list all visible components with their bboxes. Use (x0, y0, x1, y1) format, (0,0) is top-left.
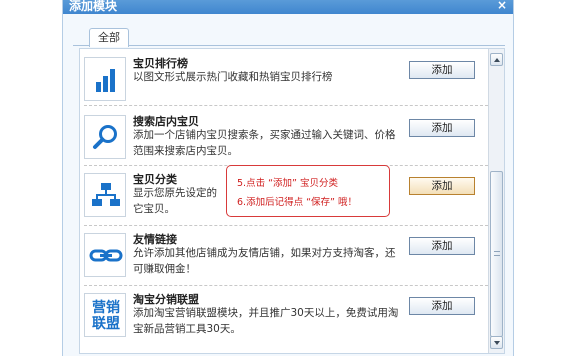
tab-all[interactable]: 全部 (89, 28, 129, 47)
add-links-button[interactable]: 添加 (409, 237, 475, 255)
module-description: 添加淘宝营销联盟模块，并且推广30天以上，免费试用淘宝新品营销工具30天。 (133, 307, 399, 335)
module-description-start: 显示您原先设定的 (133, 187, 217, 199)
bar-chart-icon (84, 57, 126, 101)
scroll-thumb[interactable] (490, 171, 503, 337)
module-item-links: 友情链接 允许添加其他店铺成为友情店铺，如果对方支持淘客，还可赚取佣金！ 添加 (84, 227, 484, 283)
union-logo-line2: 联盟 (92, 316, 120, 332)
vertical-scrollbar[interactable] (488, 49, 504, 353)
module-description: 允许添加其他店铺成为友情店铺，如果对方支持淘客，还可赚取佣金！ (133, 247, 396, 275)
magnifier-icon (84, 115, 126, 159)
category-tree-icon (84, 173, 126, 217)
grip-icon (494, 251, 500, 256)
tooltip-step-6: 6.添加后记得点 “保存” 哦！ (237, 197, 357, 208)
tooltip-step-5: 5.点击 “添加” 宝贝分类 (237, 178, 338, 189)
module-description: 以图文形式展示热门收藏和热销宝贝排行榜 (133, 71, 333, 83)
add-ranking-button[interactable]: 添加 (409, 61, 475, 79)
tab-strip: 全部 (73, 24, 505, 47)
module-item-ranking: 宝贝排行榜 以图文形式展示热门收藏和热销宝贝排行榜 添加 (84, 51, 484, 107)
scroll-up-arrow[interactable] (490, 53, 503, 66)
dialog-title-bar: 添加模块 × (63, 0, 513, 14)
module-list: 宝贝排行榜 以图文形式展示热门收藏和热销宝贝排行榜 添加 搜索店内宝贝 添加一个… (79, 48, 505, 354)
module-item-union: 营销 联盟 淘宝分销联盟 添加淘宝营销联盟模块，并且推广30天以上，免费试用淘宝… (84, 287, 484, 343)
scroll-down-arrow[interactable] (490, 336, 503, 349)
divider (84, 105, 488, 106)
dialog-title: 添加模块 (69, 0, 118, 13)
module-item-search: 搜索店内宝贝 添加一个店铺内宝贝搜索条，买家通过输入关键词、价格范围来搜索店内宝… (84, 109, 484, 165)
module-description-line2: 它宝贝。 (133, 203, 175, 215)
add-module-dialog: 添加模块 × 全部 宝贝排行榜 以图文形式展示热门收藏和热销宝贝排行榜 添加 搜… (62, 0, 514, 356)
add-search-button[interactable]: 添加 (409, 119, 475, 137)
chain-link-icon (84, 233, 126, 277)
union-logo-line1: 营销 (92, 300, 120, 316)
add-union-button[interactable]: 添加 (409, 297, 475, 315)
module-description: 添加一个店铺内宝贝搜索条，买家通过输入关键词、价格范围来搜索店内宝贝。 (133, 129, 396, 157)
divider (84, 285, 488, 286)
guide-tooltip: 5.点击 “添加” 宝贝分类 6.添加后记得点 “保存” 哦！ (226, 165, 390, 217)
close-icon[interactable]: × (497, 0, 507, 12)
add-category-button[interactable]: 添加 (409, 177, 475, 195)
union-logo: 营销 联盟 (84, 293, 126, 337)
divider (84, 225, 488, 226)
